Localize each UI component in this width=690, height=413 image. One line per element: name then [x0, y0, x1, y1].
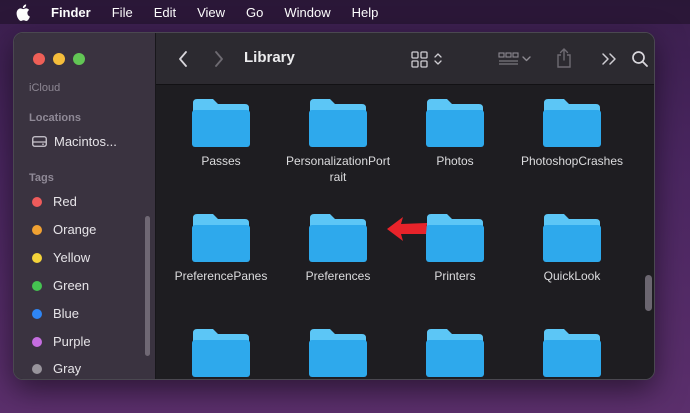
more-icon[interactable] [600, 50, 618, 68]
toolbar: Library [156, 33, 654, 85]
folder-icon [309, 329, 367, 377]
menu-edit[interactable]: Edit [154, 5, 176, 20]
sidebar-item-label: Orange [53, 222, 97, 237]
zoom-button[interactable] [73, 53, 85, 65]
menu-file[interactable]: File [112, 5, 133, 20]
folder-label: Printers [434, 269, 476, 283]
menu-go[interactable]: Go [246, 5, 263, 20]
folder-row3-3[interactable] [397, 327, 513, 379]
menu-finder[interactable]: Finder [51, 5, 91, 20]
sidebar-item-macintosh-hd[interactable]: Macintos... [32, 134, 117, 149]
tag-color-dot [32, 363, 42, 374]
folder-icon [426, 214, 484, 262]
sidebar-item-label: Gray [53, 361, 82, 376]
folder-icon [192, 214, 250, 262]
tag-color-dot [32, 252, 42, 263]
sidebar-tag-green[interactable]: Green [32, 278, 89, 293]
sidebar-tag-gray[interactable]: Gray [32, 361, 81, 376]
sidebar-item-label: Purple [53, 334, 91, 349]
folder-icon [192, 99, 250, 147]
folder-label: QuickLook [543, 269, 601, 283]
back-icon[interactable] [176, 49, 190, 69]
sidebar-item-label: Green [53, 278, 90, 293]
folder-passes[interactable]: Passes [163, 97, 279, 169]
sidebar: iCloud Locations Macintos... Tags Red Or… [14, 33, 156, 379]
folder-icon [543, 329, 601, 377]
sidebar-scrollbar[interactable] [145, 216, 150, 356]
tag-color-dot [32, 196, 42, 207]
sidebar-header-locations[interactable]: Locations [29, 112, 81, 124]
content-scrollbar[interactable] [645, 275, 652, 311]
forward-icon[interactable] [212, 49, 226, 69]
sidebar-tag-purple[interactable]: Purple [32, 334, 91, 349]
sidebar-tag-blue[interactable]: Blue [32, 306, 79, 321]
folder-icon [309, 214, 367, 262]
folder-photoshopcrashes[interactable]: PhotoshopCrashes [514, 97, 630, 169]
folder-quicklook[interactable]: QuickLook [514, 212, 630, 284]
tag-color-dot [32, 224, 42, 235]
folder-icon [309, 99, 367, 147]
finder-window: iCloud Locations Macintos... Tags Red Or… [13, 32, 655, 380]
apple-menu-icon[interactable] [16, 3, 34, 21]
folder-icon [192, 329, 250, 377]
folder-label: Photos [436, 154, 474, 168]
tag-color-dot [32, 336, 42, 347]
folder-icon [426, 99, 484, 147]
folder-icon [426, 329, 484, 377]
folder-label: Preferences [305, 269, 371, 283]
red-arrow-annotation [387, 217, 427, 241]
tag-color-dot [32, 280, 42, 291]
folder-photos[interactable]: Photos [397, 97, 513, 169]
menu-help[interactable]: Help [352, 5, 379, 20]
group-icon[interactable] [498, 48, 534, 70]
minimize-button[interactable] [53, 53, 65, 65]
menu-bar: Finder File Edit View Go Window Help [0, 0, 690, 24]
window-controls [33, 53, 85, 65]
sidebar-item-label: Red [53, 194, 77, 209]
folder-row3-2[interactable] [280, 327, 396, 379]
sidebar-tag-yellow[interactable]: Yellow [32, 250, 90, 265]
sidebar-header-tags[interactable]: Tags [29, 172, 54, 184]
sidebar-tag-orange[interactable]: Orange [32, 222, 96, 237]
share-icon[interactable] [555, 46, 573, 70]
folder-personalizationportrait[interactable]: PersonalizationPortrait [280, 97, 396, 185]
search-icon[interactable] [630, 49, 650, 69]
hard-disk-icon [32, 136, 47, 148]
folder-icon [543, 214, 601, 262]
sidebar-item-label: Yellow [53, 250, 91, 265]
menu-window[interactable]: Window [284, 5, 330, 20]
file-grid: Passes PersonalizationPortrait Photos Ph… [156, 85, 654, 379]
folder-label: PersonalizationPortrait [285, 154, 391, 184]
sidebar-item-label: Macintos... [54, 134, 117, 149]
folder-label: Passes [201, 154, 241, 168]
sidebar-section-icloud[interactable]: iCloud [29, 82, 60, 94]
close-button[interactable] [33, 53, 45, 65]
folder-preferencepanes[interactable]: PreferencePanes [163, 212, 279, 284]
folder-label: PhotoshopCrashes [520, 154, 624, 168]
folder-icon [543, 99, 601, 147]
view-grid-icon[interactable] [410, 48, 444, 70]
window-title: Library [244, 49, 295, 66]
folder-row3-1[interactable] [163, 327, 279, 379]
menu-view[interactable]: View [197, 5, 225, 20]
folder-preferences[interactable]: Preferences [280, 212, 396, 284]
folder-row3-4[interactable] [514, 327, 630, 379]
sidebar-item-label: Blue [53, 306, 80, 321]
tag-color-dot [32, 308, 42, 319]
sidebar-tag-red[interactable]: Red [32, 194, 77, 209]
folder-label: PreferencePanes [174, 269, 268, 283]
